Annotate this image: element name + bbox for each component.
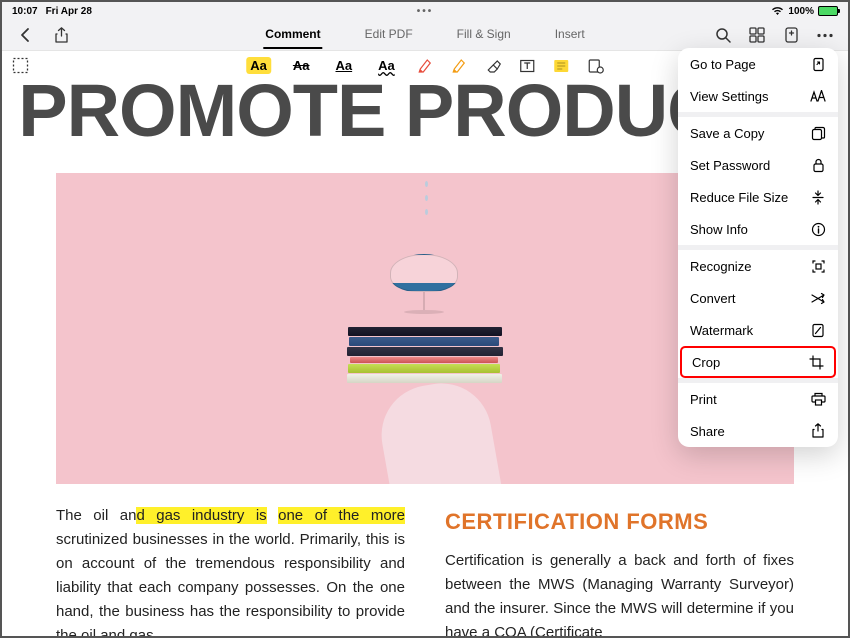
bookmark-icon[interactable] <box>782 26 800 44</box>
menu-watermark[interactable]: Watermark <box>678 314 838 346</box>
goto-icon <box>810 56 826 72</box>
ocr-icon <box>810 258 826 274</box>
share-menu-icon <box>810 423 826 439</box>
wifi-icon <box>771 6 784 16</box>
note-tool[interactable] <box>553 59 569 73</box>
status-time: 10:07 <box>12 6 38 17</box>
eraser-tool[interactable] <box>485 58 501 74</box>
tab-fill-sign[interactable]: Fill & Sign <box>455 21 513 49</box>
menu-recognize[interactable]: Recognize <box>678 250 838 282</box>
highlighted-text: d gas industry is <box>136 507 266 524</box>
crop-icon <box>808 354 824 370</box>
pen-red-tool[interactable] <box>417 58 433 74</box>
watermark-icon <box>810 322 826 338</box>
battery-icon <box>818 6 838 16</box>
highlighted-text: one of the more <box>278 507 405 524</box>
battery-percent: 100% <box>788 6 814 17</box>
menu-goto-page[interactable]: Go to Page <box>678 48 838 80</box>
tab-comment[interactable]: Comment <box>263 21 322 49</box>
menu-view-settings[interactable]: View Settings <box>678 80 838 112</box>
squiggly-tool[interactable]: Aa <box>374 57 399 74</box>
more-icon[interactable] <box>816 26 834 44</box>
save-copy-icon <box>810 125 826 141</box>
strikethrough-tool[interactable]: Aa <box>289 57 314 74</box>
underline-tool[interactable]: Aa <box>332 57 357 74</box>
menu-share[interactable]: Share <box>678 415 838 447</box>
status-date: Fri Apr 28 <box>46 6 92 17</box>
pen-orange-tool[interactable] <box>451 58 467 74</box>
textbox-tool[interactable] <box>519 58 535 74</box>
convert-icon <box>810 290 826 306</box>
highlight-tool[interactable]: Aa <box>246 57 271 74</box>
menu-crop[interactable]: Crop <box>680 346 836 378</box>
tab-edit-pdf[interactable]: Edit PDF <box>363 21 415 49</box>
section-body: Certification is generally a back and fo… <box>445 549 794 636</box>
tab-bar: Comment Edit PDF Fill & Sign Insert <box>263 21 586 49</box>
menu-save-copy[interactable]: Save a Copy <box>678 117 838 149</box>
selection-tool[interactable] <box>12 57 29 74</box>
multitask-dots[interactable]: ••• <box>417 6 434 17</box>
stamp-tool[interactable] <box>587 58 604 74</box>
top-toolbar: Comment Edit PDF Fill & Sign Insert <box>2 20 848 50</box>
menu-show-info[interactable]: Show Info <box>678 213 838 245</box>
print-icon <box>810 391 826 407</box>
more-menu: Go to Page View Settings Save a Copy Set… <box>678 48 838 447</box>
status-bar: 10:07 Fri Apr 28 ••• 100% <box>2 2 848 20</box>
share-icon[interactable] <box>52 26 70 44</box>
menu-reduce-size[interactable]: Reduce File Size <box>678 181 838 213</box>
menu-convert[interactable]: Convert <box>678 282 838 314</box>
lock-icon <box>810 157 826 173</box>
menu-set-password[interactable]: Set Password <box>678 149 838 181</box>
info-icon <box>810 221 826 237</box>
section-heading: CERTIFICATION FORMS <box>445 504 794 539</box>
search-icon[interactable] <box>714 26 732 44</box>
menu-print[interactable]: Print <box>678 383 838 415</box>
text-settings-icon <box>810 88 826 104</box>
underlined-text: oil and gas <box>81 627 154 636</box>
compress-icon <box>810 189 826 205</box>
tab-insert[interactable]: Insert <box>553 21 587 49</box>
body-column-left: The oil and gas industry is one of the m… <box>56 504 405 636</box>
back-button[interactable] <box>16 26 34 44</box>
body-column-right: CERTIFICATION FORMS Certification is gen… <box>445 504 794 636</box>
grid-icon[interactable] <box>748 26 766 44</box>
